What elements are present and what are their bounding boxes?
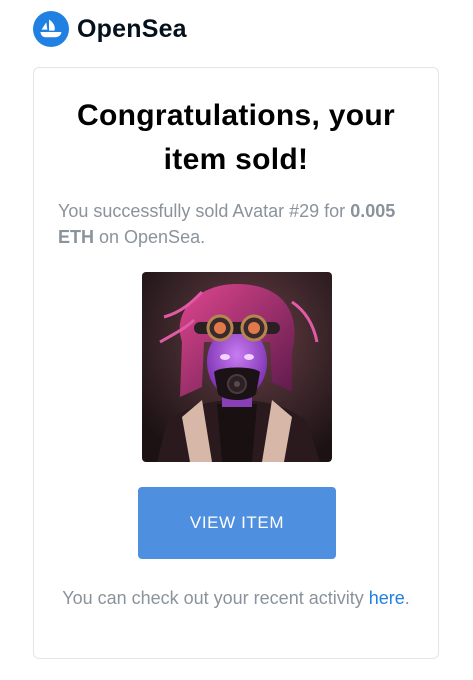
opensea-logo-icon: [33, 11, 69, 47]
avatar-nft-image[interactable]: [142, 272, 332, 462]
sale-message-suffix: on OpenSea.: [94, 227, 206, 247]
sale-message: You successfully sold Avatar #29 for 0.0…: [58, 198, 414, 250]
recent-activity-text: You can check out your recent activity: [62, 588, 369, 608]
email-header: OpenSea: [33, 10, 187, 48]
recent-activity-period: .: [404, 588, 410, 608]
brand-name: OpenSea: [77, 14, 187, 43]
sale-message-prefix: You successfully sold Avatar #29 for: [58, 201, 351, 221]
recent-activity-note: You can check out your recent activity h…: [50, 585, 422, 611]
sale-notification-card: Congratulations, your item sold! You suc…: [33, 67, 439, 659]
recent-activity-link[interactable]: here: [369, 588, 405, 608]
view-item-button[interactable]: VIEW ITEM: [138, 487, 336, 559]
page-title: Congratulations, your item sold!: [77, 99, 395, 176]
